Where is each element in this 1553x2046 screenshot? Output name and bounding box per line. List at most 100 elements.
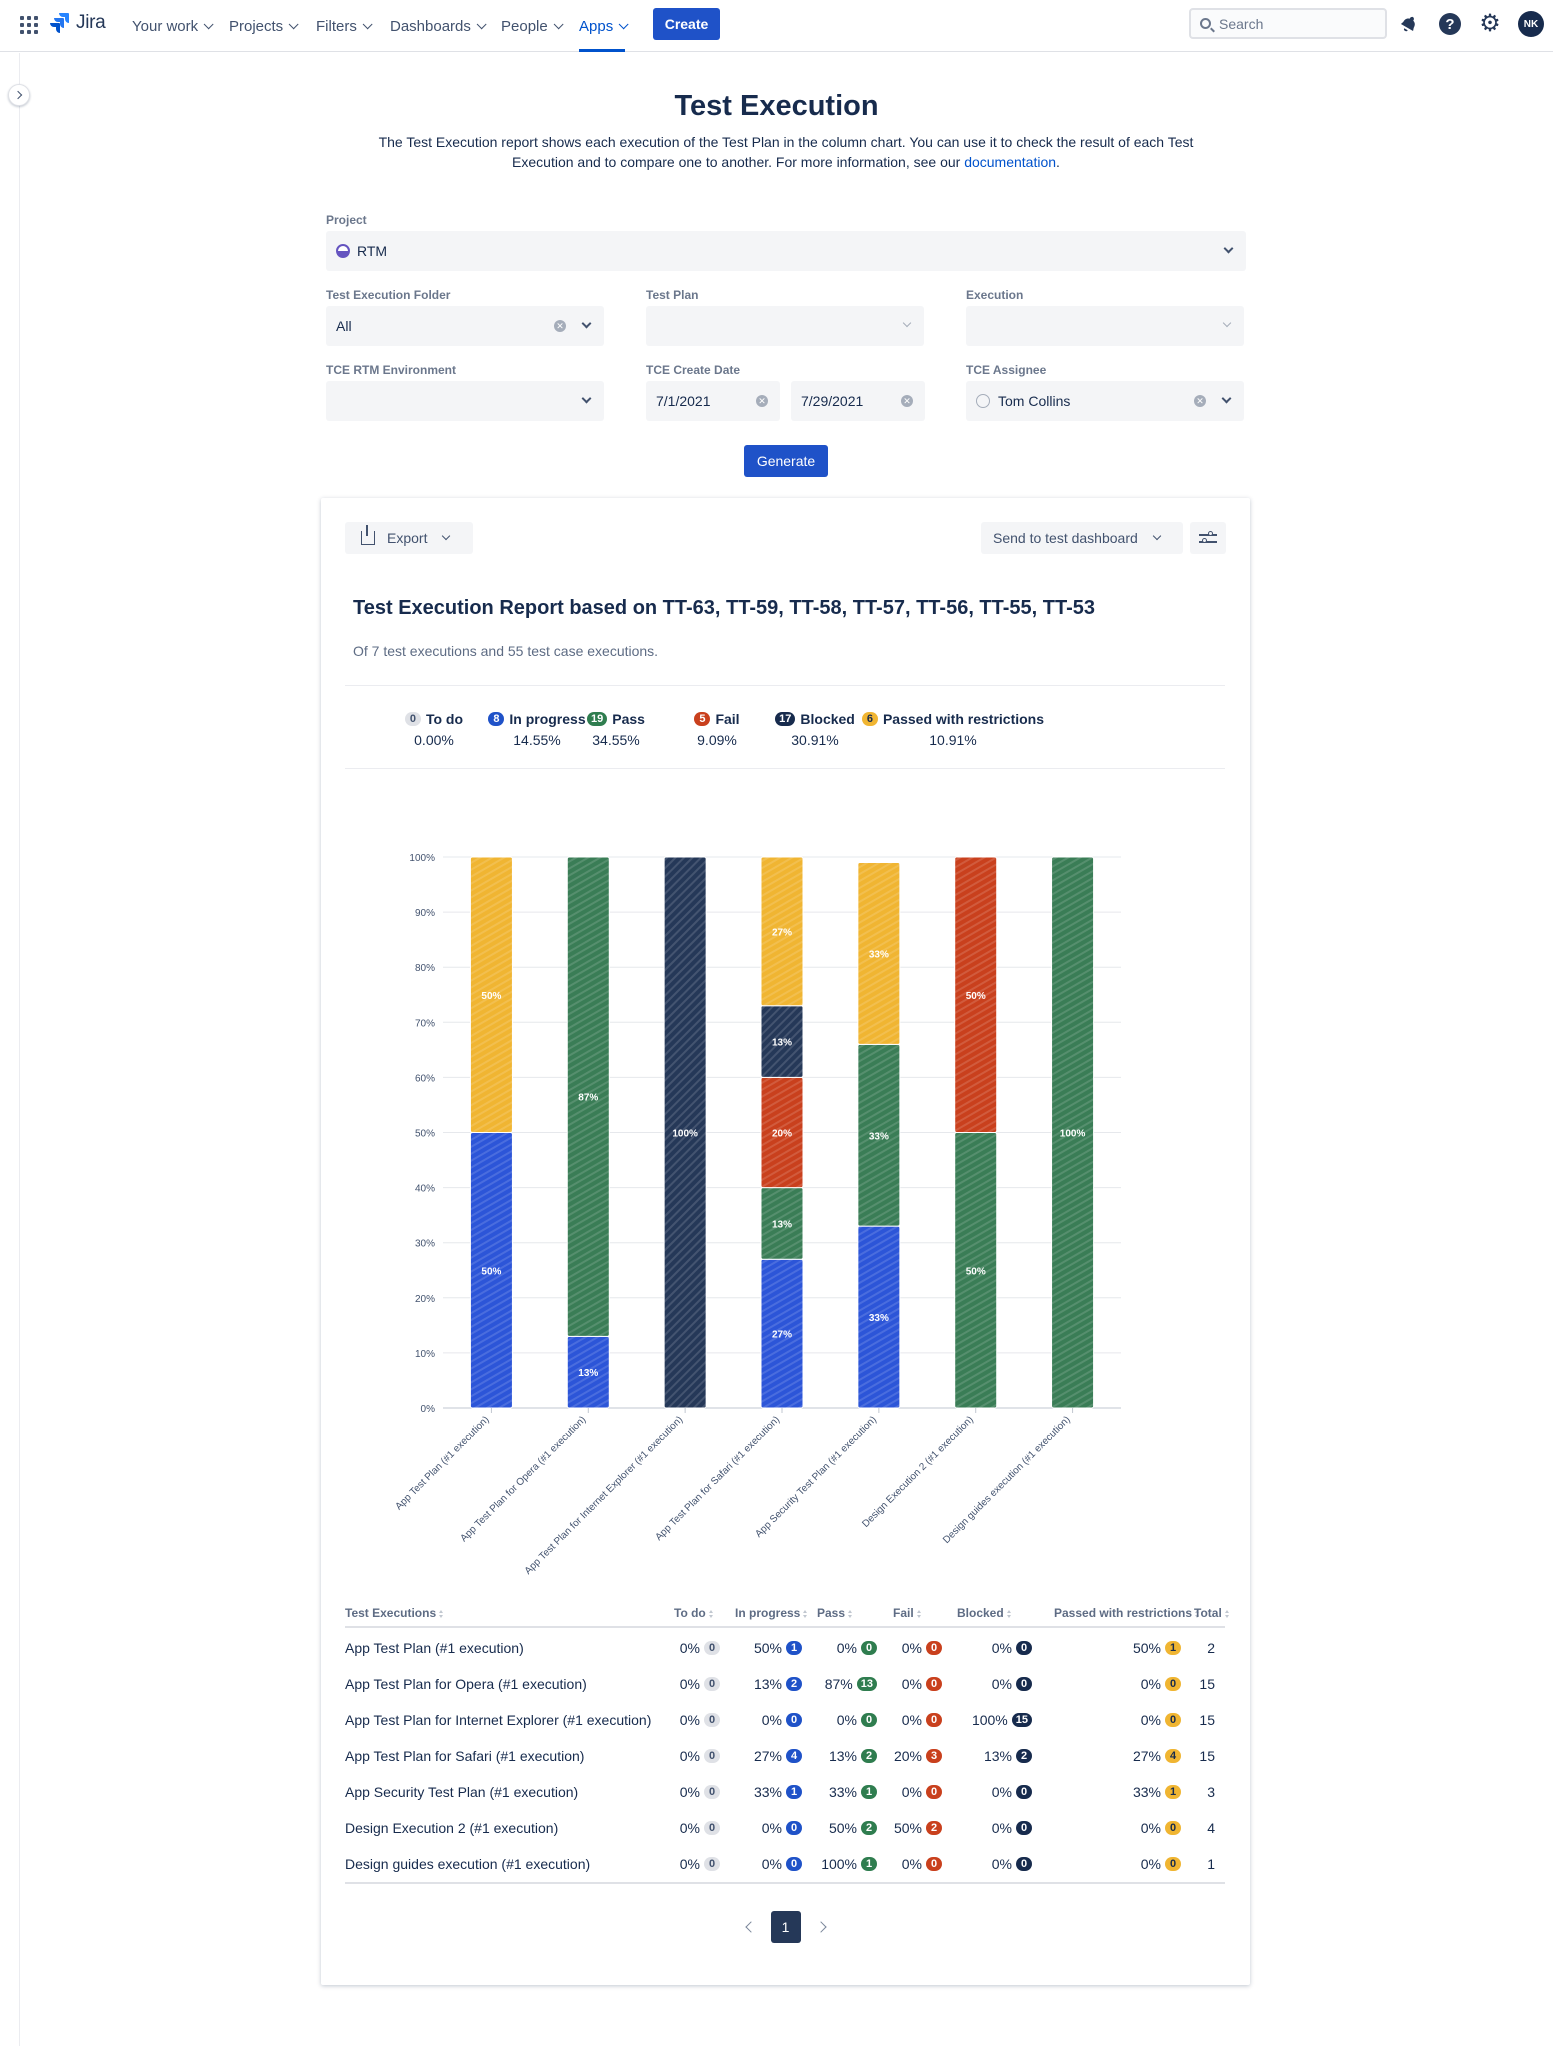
- table-row: Design guides execution (#1 execution) 0%…: [345, 1846, 1225, 1882]
- project-select[interactable]: RTM: [326, 231, 1246, 271]
- cell-todo: 0% 0: [680, 1702, 720, 1738]
- product-name: Jira: [76, 12, 106, 33]
- help-icon[interactable]: ?: [1438, 12, 1462, 36]
- cell-inprogress: 50% 1: [754, 1630, 802, 1666]
- nav-dashboards[interactable]: Dashboards: [390, 0, 487, 52]
- count-badge: 0: [1016, 1785, 1032, 1799]
- cell-percent: 0%: [901, 1712, 922, 1728]
- nav-projects[interactable]: Projects: [229, 0, 299, 52]
- data-label: 50%: [966, 991, 986, 1002]
- previous-page-icon[interactable]: [744, 1921, 757, 1933]
- clear-icon[interactable]: ✕: [1194, 395, 1206, 407]
- cell-percent: 33%: [1132, 1784, 1161, 1800]
- header-label: Fail: [893, 1606, 914, 1620]
- y-tick-label: 80%: [415, 963, 435, 974]
- nav-your-work[interactable]: Your work: [132, 0, 214, 52]
- cell-percent: 100%: [971, 1712, 1008, 1728]
- sort-icon: [439, 1609, 444, 1618]
- x-tick-label: App Test Plan for Internet Explorer (#1 …: [523, 1414, 686, 1577]
- cell-inprogress: 0% 0: [762, 1702, 802, 1738]
- clear-icon[interactable]: ✕: [554, 320, 566, 332]
- cell-pwr: 50% 1: [1133, 1630, 1181, 1666]
- y-tick-label: 100%: [409, 853, 435, 864]
- jira-logo[interactable]: Jira: [50, 12, 106, 34]
- data-label: 27%: [772, 1330, 792, 1341]
- data-label: 13%: [578, 1368, 598, 1379]
- cell-percent: 13%: [983, 1748, 1012, 1764]
- documentation-link[interactable]: documentation: [964, 154, 1056, 170]
- cell-blocked: 0% 0: [992, 1774, 1032, 1810]
- generate-button[interactable]: Generate: [744, 445, 828, 477]
- column-header[interactable]: To do: [674, 1606, 714, 1620]
- execution-name: App Test Plan for Internet Explorer (#1 …: [345, 1712, 652, 1728]
- cell-fail: 0% 0: [902, 1702, 942, 1738]
- count-badge: 2: [786, 1677, 802, 1691]
- column-header[interactable]: Pass: [817, 1606, 853, 1620]
- settings-gear-icon[interactable]: ⚙: [1478, 12, 1502, 36]
- assignee-select[interactable]: Tom Collins ✕: [966, 381, 1244, 421]
- date-from-input[interactable]: 7/1/2021 ✕: [646, 381, 780, 421]
- test-plan-select[interactable]: [646, 306, 924, 346]
- notifications-icon[interactable]: [1397, 12, 1421, 36]
- cell-percent: 87%: [824, 1676, 853, 1692]
- table-row: App Test Plan for Internet Explorer (#1 …: [345, 1702, 1225, 1738]
- execution-name: App Test Plan (#1 execution): [345, 1640, 524, 1656]
- cell-percent: 20%: [893, 1748, 922, 1764]
- cell-percent: 0%: [761, 1856, 782, 1872]
- cell-percent: 0%: [991, 1676, 1012, 1692]
- chevron-down-icon: [581, 393, 592, 404]
- column-header[interactable]: Passed with restrictions: [1054, 1606, 1200, 1620]
- next-page-icon[interactable]: [814, 1921, 827, 1933]
- data-label: 33%: [869, 1313, 889, 1324]
- sort-icon: [848, 1609, 853, 1618]
- count-badge: 0: [704, 1821, 720, 1835]
- cell-percent: 27%: [1132, 1748, 1161, 1764]
- nav-label: Apps: [579, 17, 614, 35]
- cell-pass: 100% 1: [821, 1846, 877, 1882]
- cell-pass: 50% 2: [829, 1810, 877, 1846]
- current-page-button[interactable]: 1: [770, 1911, 801, 1943]
- create-button[interactable]: Create: [653, 8, 720, 40]
- y-tick-label: 20%: [415, 1294, 435, 1305]
- cell-percent: 0%: [901, 1640, 922, 1656]
- y-tick-label: 70%: [415, 1018, 435, 1029]
- cell-pwr: 27% 4: [1133, 1738, 1181, 1774]
- y-tick-label: 90%: [415, 908, 435, 919]
- cell-percent: 0%: [1140, 1712, 1161, 1728]
- cell-percent: 0%: [901, 1784, 922, 1800]
- nav-apps[interactable]: Apps: [579, 0, 629, 52]
- count-badge: 0: [1016, 1641, 1032, 1655]
- cell-percent: 13%: [753, 1676, 782, 1692]
- environment-select[interactable]: [326, 381, 604, 421]
- column-header[interactable]: In progress: [735, 1606, 808, 1620]
- cell-pwr: 0% 0: [1141, 1810, 1181, 1846]
- count-badge: 0: [704, 1749, 720, 1763]
- nav-label: Dashboards: [390, 17, 471, 35]
- date-to-input[interactable]: 7/29/2021 ✕: [791, 381, 925, 421]
- search-input[interactable]: Search: [1189, 8, 1387, 39]
- help-glyph: ?: [1439, 13, 1461, 35]
- page-description: The Test Execution report shows each exe…: [360, 132, 1212, 172]
- execution-select[interactable]: [966, 306, 1244, 346]
- clear-icon[interactable]: ✕: [756, 395, 768, 407]
- cell-percent: 0%: [679, 1820, 700, 1836]
- cell-fail: 20% 3: [894, 1738, 942, 1774]
- data-label: 33%: [869, 949, 889, 960]
- clear-icon[interactable]: ✕: [901, 395, 913, 407]
- cell-pass: 33% 1: [829, 1774, 877, 1810]
- cell-percent: 0%: [679, 1784, 700, 1800]
- chevron-down-icon: [1221, 393, 1232, 404]
- sort-icon: [803, 1609, 808, 1618]
- user-avatar[interactable]: NK: [1518, 11, 1544, 37]
- column-header[interactable]: Fail: [893, 1606, 922, 1620]
- app-switcher-icon[interactable]: [20, 16, 38, 34]
- nav-filters[interactable]: Filters: [316, 0, 373, 52]
- count-badge: 0: [786, 1857, 802, 1871]
- column-header[interactable]: Test Executions: [345, 1606, 444, 1620]
- nav-people[interactable]: People: [501, 0, 564, 52]
- cell-percent: 0%: [679, 1640, 700, 1656]
- cell-percent: 0%: [761, 1820, 782, 1836]
- column-header[interactable]: Total: [1194, 1606, 1230, 1620]
- folder-select[interactable]: All ✕: [326, 306, 604, 346]
- column-header[interactable]: Blocked: [957, 1606, 1012, 1620]
